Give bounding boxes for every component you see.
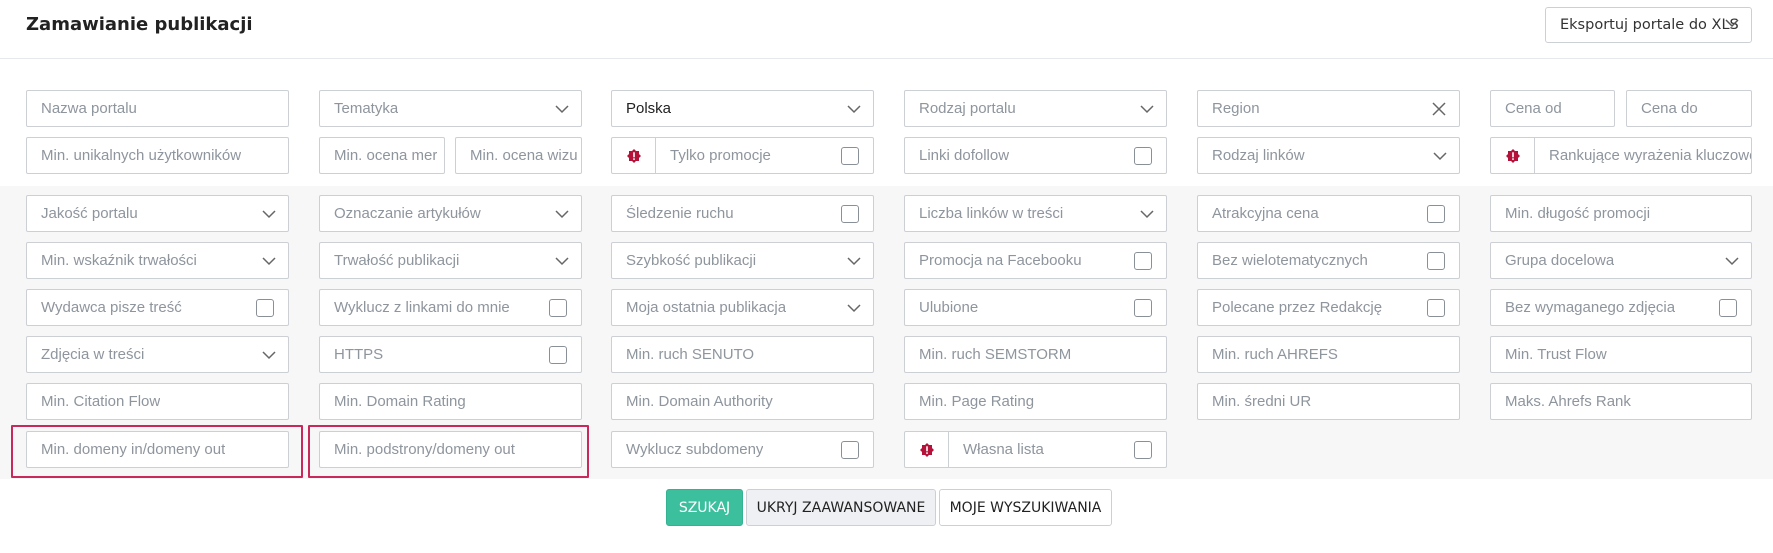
- checkbox[interactable]: [1427, 205, 1445, 223]
- only-promotions-checkbox[interactable]: Tylko promocje: [611, 137, 874, 174]
- my-searches-button[interactable]: MOJE WYSZUKIWANIA: [939, 489, 1112, 526]
- checkbox[interactable]: [1134, 441, 1152, 459]
- publication-speed-select[interactable]: Szybkość publikacji: [611, 242, 874, 279]
- chevron-down-icon: [555, 210, 569, 219]
- dofollow-links-checkbox[interactable]: Linki dofollow: [904, 137, 1167, 174]
- page-header: Zamawianie publikacji Eksportuj portale …: [0, 0, 1773, 59]
- topic-select[interactable]: Tematyka: [319, 90, 582, 127]
- min-ahrefs-input[interactable]: Min. ruch AHREFS: [1197, 336, 1460, 373]
- page-title: Zamawianie publikacji: [26, 14, 253, 35]
- min-unique-users-input[interactable]: Min. unikalnych użytkowników: [26, 137, 289, 174]
- facebook-promotion-checkbox[interactable]: Promocja na Facebooku: [904, 242, 1167, 279]
- min-page-rating-input[interactable]: Min. Page Rating: [904, 383, 1167, 420]
- ranking-keywords-input[interactable]: Rankujące wyrażenia kluczowe: [1490, 137, 1752, 174]
- checkbox[interactable]: [1134, 299, 1152, 317]
- chevron-down-icon: [847, 304, 861, 313]
- min-avg-ur-input[interactable]: Min. średni UR: [1197, 383, 1460, 420]
- min-subpages-out-input[interactable]: Min. podstrony/domeny out: [319, 431, 582, 468]
- portal-type-select[interactable]: Rodzaj portalu: [904, 90, 1167, 127]
- target-group-select[interactable]: Grupa docelowa: [1490, 242, 1752, 279]
- chevron-down-icon: [847, 257, 861, 266]
- link-type-select[interactable]: Rodzaj linków: [1197, 137, 1460, 174]
- favorites-checkbox[interactable]: Ulubione: [904, 289, 1167, 326]
- min-trust-flow-input[interactable]: Min. Trust Flow: [1490, 336, 1752, 373]
- publisher-writes-checkbox[interactable]: Wydawca pisze treść: [26, 289, 289, 326]
- checkbox[interactable]: [841, 205, 859, 223]
- country-select[interactable]: Polska: [611, 90, 874, 127]
- publication-durability-select[interactable]: Trwałość publikacji: [319, 242, 582, 279]
- price-from-input[interactable]: Cena od: [1490, 90, 1615, 127]
- chevron-down-icon: [262, 351, 276, 360]
- chevron-down-icon: [1433, 152, 1447, 161]
- own-list-checkbox[interactable]: Własna lista: [904, 431, 1167, 468]
- attractive-price-checkbox[interactable]: Atrakcyjna cena: [1197, 195, 1460, 232]
- max-ahrefs-rank-input[interactable]: Maks. Ahrefs Rank: [1490, 383, 1752, 420]
- portal-name-input[interactable]: Nazwa portalu: [26, 90, 289, 127]
- premium-badge-icon: [612, 138, 656, 173]
- min-promo-length-input[interactable]: Min. długość promocji: [1490, 195, 1752, 232]
- chevron-down-icon: [1725, 257, 1739, 266]
- checkbox[interactable]: [841, 147, 859, 165]
- checkbox[interactable]: [1427, 299, 1445, 317]
- close-icon[interactable]: [1431, 101, 1447, 117]
- article-marking-select[interactable]: Oznaczanie artykułów: [319, 195, 582, 232]
- min-citation-flow-input[interactable]: Min. Citation Flow: [26, 383, 289, 420]
- premium-badge-icon: [905, 432, 949, 467]
- min-domain-rating-input[interactable]: Min. Domain Rating: [319, 383, 582, 420]
- chevron-down-icon: [555, 105, 569, 114]
- photos-in-content-select[interactable]: Zdjęcia w treści: [26, 336, 289, 373]
- checkbox[interactable]: [841, 441, 859, 459]
- checkbox[interactable]: [1719, 299, 1737, 317]
- min-domain-authority-input[interactable]: Min. Domain Authority: [611, 383, 874, 420]
- checkbox[interactable]: [1427, 252, 1445, 270]
- chevron-down-icon: [262, 210, 276, 219]
- links-in-content-select[interactable]: Liczba linków w treści: [904, 195, 1167, 232]
- hide-advanced-button[interactable]: UKRYJ ZAAWANSOWANE: [746, 489, 936, 526]
- no-required-photo-checkbox[interactable]: Bez wymaganego zdjęcia: [1490, 289, 1752, 326]
- chevron-down-icon: [1140, 210, 1154, 219]
- checkbox[interactable]: [256, 299, 274, 317]
- https-checkbox[interactable]: HTTPS: [319, 336, 582, 373]
- checkbox[interactable]: [1134, 252, 1152, 270]
- exclude-subdomains-checkbox[interactable]: Wyklucz subdomeny: [611, 431, 874, 468]
- traffic-tracking-checkbox[interactable]: Śledzenie ruchu: [611, 195, 874, 232]
- region-select[interactable]: Region: [1197, 90, 1460, 127]
- chevron-down-icon: [1725, 19, 1739, 28]
- min-domains-in-out-input[interactable]: Min. domeny in/domeny out: [26, 431, 289, 468]
- search-button[interactable]: SZUKAJ: [666, 489, 743, 526]
- export-xls-dropdown[interactable]: Eksportuj portale do XLS: [1545, 7, 1752, 43]
- min-visual-rating-input[interactable]: Min. ocena wizu: [455, 137, 582, 174]
- price-to-input[interactable]: Cena do: [1626, 90, 1752, 127]
- no-multitopic-checkbox[interactable]: Bez wielotematycznych: [1197, 242, 1460, 279]
- chevron-down-icon: [847, 105, 861, 114]
- min-durability-index-select[interactable]: Min. wskaźnik trwałości: [26, 242, 289, 279]
- min-senuto-input[interactable]: Min. ruch SENUTO: [611, 336, 874, 373]
- checkbox[interactable]: [549, 299, 567, 317]
- checkbox[interactable]: [1134, 147, 1152, 165]
- export-xls-label: Eksportuj portale do XLS: [1560, 17, 1739, 33]
- chevron-down-icon: [262, 257, 276, 266]
- recommended-checkbox[interactable]: Polecane przez Redakcję: [1197, 289, 1460, 326]
- checkbox[interactable]: [549, 346, 567, 364]
- min-semstorm-input[interactable]: Min. ruch SEMSTORM: [904, 336, 1167, 373]
- chevron-down-icon: [1140, 105, 1154, 114]
- exclude-linking-to-me-checkbox[interactable]: Wyklucz z linkami do mnie: [319, 289, 582, 326]
- min-merit-rating-input[interactable]: Min. ocena mer: [319, 137, 445, 174]
- chevron-down-icon: [555, 257, 569, 266]
- portal-quality-select[interactable]: Jakość portalu: [26, 195, 289, 232]
- my-last-publication-select[interactable]: Moja ostatnia publikacja: [611, 289, 874, 326]
- premium-badge-icon: [1491, 138, 1535, 173]
